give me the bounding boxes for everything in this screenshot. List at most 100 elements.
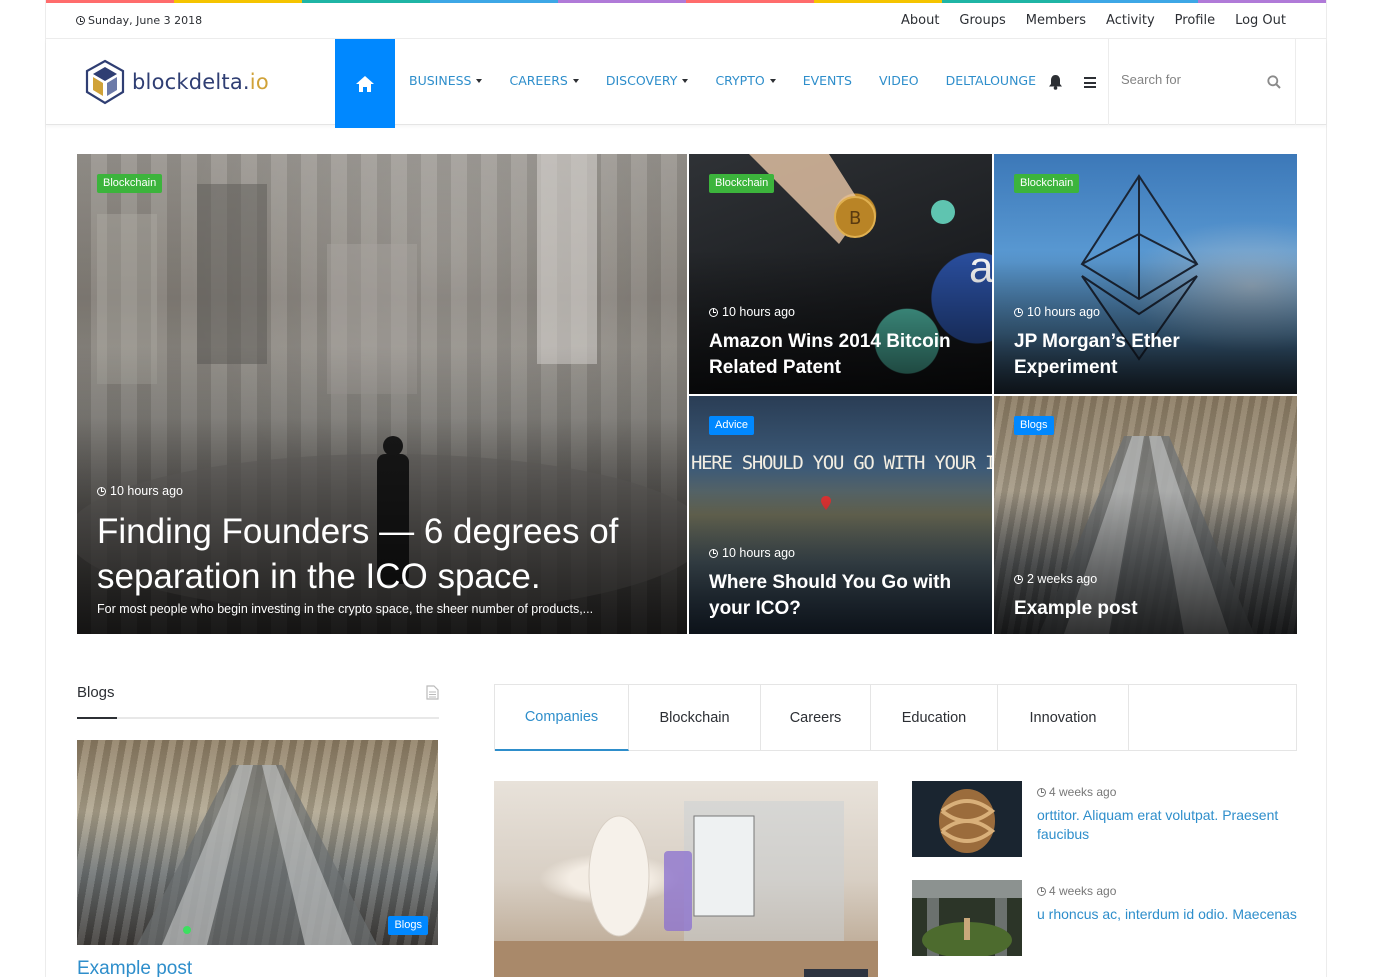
top-link-profile[interactable]: Profile xyxy=(1175,13,1215,28)
forest-bridge-thumbnail xyxy=(912,880,1022,956)
main-header: blockdelta.io BUSINESS CAREERS DISCOVERY CR… xyxy=(46,39,1326,128)
hero-post-amazon[interactable]: B a Blockchain 10 hours ago Amazon Wins … xyxy=(689,154,992,394)
post-time: 10 hours ago xyxy=(722,546,795,560)
caret-down-icon xyxy=(572,78,579,83)
menu-hamburger-icon[interactable] xyxy=(1084,77,1096,91)
date-display: Sunday, June 3 2018 xyxy=(76,14,202,27)
svg-text:B: B xyxy=(849,208,861,229)
post-meta: 10 hours ago xyxy=(709,546,795,560)
rope-thumbnail xyxy=(912,781,1022,857)
hero-post-ico[interactable]: HERE SHOULD YOU GO WITH YOUR I Advice 10… xyxy=(689,396,992,634)
blog-post-image[interactable]: Blogs xyxy=(77,740,438,945)
caret-down-icon xyxy=(682,78,689,83)
clock-icon xyxy=(709,548,718,558)
top-bar: Sunday, June 3 2018 About Groups Members… xyxy=(46,3,1326,39)
nav-item-discovery[interactable]: DISCOVERY xyxy=(606,73,689,88)
clock-icon xyxy=(709,307,718,317)
hero-post-example[interactable]: Blogs 2 weeks ago Example post xyxy=(994,396,1297,634)
category-badge[interactable]: Blogs xyxy=(1014,416,1054,435)
category-badge[interactable]: Blockchain xyxy=(709,174,775,193)
post-time: 4 weeks ago xyxy=(1049,785,1117,799)
nav-item-label: CRYPTO xyxy=(715,73,765,88)
side-post[interactable]: 4 weeks ago orttitor. Aliquam erat volut… xyxy=(912,781,1297,857)
escalator-image xyxy=(137,765,377,945)
date-text: Sunday, June 3 2018 xyxy=(88,14,203,27)
blogs-divider xyxy=(77,717,439,719)
logo-text: blockdelta.io xyxy=(132,70,269,94)
post-meta: 4 weeks ago xyxy=(1037,884,1116,898)
logo-cube-icon xyxy=(85,59,125,105)
side-post[interactable]: 4 weeks ago u rhoncus ac, interdum id od… xyxy=(912,880,1297,956)
post-time: 10 hours ago xyxy=(722,305,795,319)
nav-item-video[interactable]: VIDEO xyxy=(879,73,919,88)
tab-companies[interactable]: Companies xyxy=(495,685,629,751)
search-icon[interactable] xyxy=(1267,75,1281,89)
clock-icon xyxy=(1014,307,1023,317)
caret-down-icon xyxy=(476,78,483,83)
post-time: 4 weeks ago xyxy=(1049,884,1117,898)
ico-image-text: HERE SHOULD YOU GO WITH YOUR I xyxy=(691,452,992,474)
vase-image xyxy=(494,801,878,977)
post-title[interactable]: JP Morgan’s Ether Experiment xyxy=(1014,329,1284,381)
nav-item-business[interactable]: BUSINESS xyxy=(409,73,483,88)
home-button[interactable] xyxy=(335,39,395,128)
nav-item-events[interactable]: EVENTS xyxy=(803,73,852,88)
search-input[interactable] xyxy=(1121,72,1261,87)
nav-item-deltalounge[interactable]: DELTALOUNGE xyxy=(946,73,1036,88)
hero-main-title[interactable]: Finding Founders — 6 degrees of separati… xyxy=(97,509,667,599)
home-icon xyxy=(356,75,374,92)
post-title[interactable]: u rhoncus ac, interdum id odio. Maecenas xyxy=(1037,905,1297,924)
tab-education[interactable]: Education xyxy=(871,685,998,750)
document-icon xyxy=(426,685,439,700)
top-link-groups[interactable]: Groups xyxy=(959,13,1005,28)
featured-post-image[interactable] xyxy=(494,781,878,977)
top-nav: About Groups Members Activity Profile Lo… xyxy=(901,13,1286,28)
post-time: 10 hours ago xyxy=(1027,305,1100,319)
top-link-members[interactable]: Members xyxy=(1026,13,1086,28)
post-title[interactable]: Where Should You Go with your ICO? xyxy=(709,570,979,622)
category-badge[interactable]: Advice xyxy=(709,416,755,435)
search-box xyxy=(1108,39,1296,125)
site-logo[interactable]: blockdelta.io xyxy=(84,59,269,105)
clock-icon xyxy=(76,16,85,25)
nav-item-label: CAREERS xyxy=(509,73,568,88)
clock-icon xyxy=(97,486,106,496)
nav-item-careers[interactable]: CAREERS xyxy=(509,73,579,88)
post-meta: 2 weeks ago xyxy=(1014,572,1097,586)
top-link-logout[interactable]: Log Out xyxy=(1235,13,1286,28)
logo-main: blockdelta. xyxy=(132,70,250,94)
category-badge[interactable]: Blockchain xyxy=(1014,174,1080,193)
tab-careers[interactable]: Careers xyxy=(761,685,871,750)
post-meta: 10 hours ago xyxy=(97,484,183,498)
category-badge[interactable]: Blogs xyxy=(388,916,428,935)
post-title[interactable]: Example post xyxy=(1014,596,1284,622)
tab-innovation[interactable]: Innovation xyxy=(998,685,1129,750)
post-title[interactable]: Amazon Wins 2014 Bitcoin Related Patent xyxy=(709,329,979,381)
hero-post-ether[interactable]: Blockchain 10 hours ago JP Morgan’s Ethe… xyxy=(994,154,1297,394)
notifications-bell-icon[interactable] xyxy=(1049,75,1062,90)
tab-blockchain[interactable]: Blockchain xyxy=(629,685,761,750)
page: Sunday, June 3 2018 About Groups Members… xyxy=(45,0,1327,977)
category-tabs: Companies Blockchain Careers Education I… xyxy=(494,684,1297,751)
clock-icon xyxy=(1014,574,1023,584)
nav-item-label: DELTALOUNGE xyxy=(945,73,1037,88)
nav-item-label: DISCOVERY xyxy=(605,73,678,88)
category-badge[interactable]: Blockchain xyxy=(97,174,163,193)
blog-post-title[interactable]: Example post xyxy=(77,958,192,977)
clock-icon xyxy=(1037,787,1046,797)
post-meta: 10 hours ago xyxy=(1014,305,1100,319)
post-meta: 10 hours ago xyxy=(709,305,795,319)
main-nav: BUSINESS CAREERS DISCOVERY CRYPTO EVENTS VIDE… xyxy=(409,73,1063,88)
clock-icon xyxy=(1037,886,1046,896)
caret-down-icon xyxy=(769,78,776,83)
post-title[interactable]: orttitor. Aliquam erat volutpat. Praesen… xyxy=(1037,806,1297,844)
hero-main-excerpt: For most people who begin investing in t… xyxy=(97,602,594,616)
top-link-activity[interactable]: Activity xyxy=(1106,13,1155,28)
nav-item-crypto[interactable]: CRYPTO xyxy=(715,73,776,88)
post-meta: 4 weeks ago xyxy=(1037,785,1116,799)
nav-item-label: EVENTS xyxy=(802,73,852,88)
hero-main-post[interactable]: Blockchain 10 hours ago Finding Founders… xyxy=(77,154,687,634)
top-link-about[interactable]: About xyxy=(901,13,939,28)
nav-item-label: VIDEO xyxy=(878,73,919,88)
nav-item-label: BUSINESS xyxy=(409,73,472,88)
